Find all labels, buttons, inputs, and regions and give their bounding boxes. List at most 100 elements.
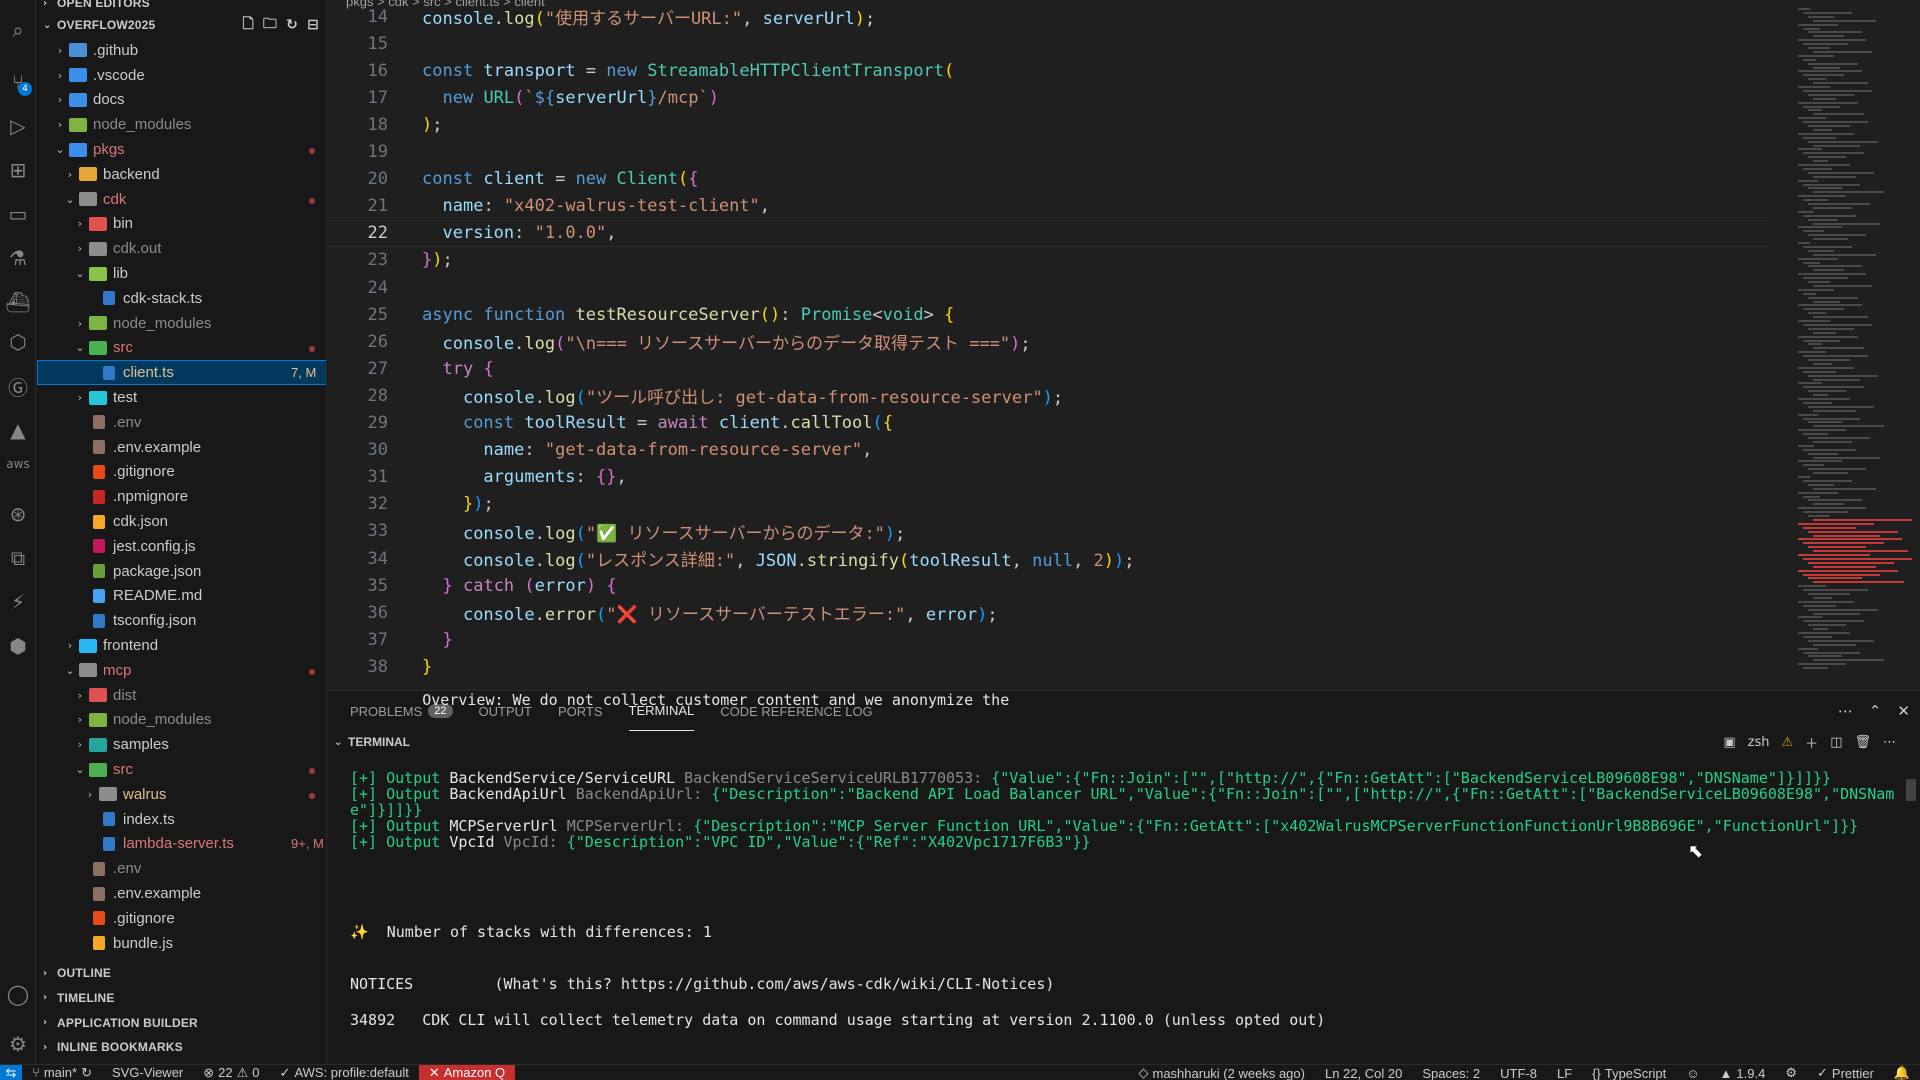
code-line[interactable]: 31 arguments: {}, — [328, 464, 1768, 491]
code-line[interactable]: 38} — [328, 653, 1768, 680]
tree-item[interactable]: .npmignore — [37, 484, 326, 509]
open-editors-header[interactable]: › OPEN EDITORS — [37, 0, 326, 14]
code-line[interactable]: 37 } — [328, 626, 1768, 653]
code-line[interactable]: 33 console.log("✅ リソースサーバーからのデータ:"); — [328, 518, 1768, 545]
minimap[interactable] — [1788, 0, 1920, 690]
problems-indicator[interactable]: ⊗ 22 ⚠ 0 — [193, 1065, 269, 1080]
tree-item[interactable]: ⌄ src — [37, 336, 326, 361]
tree-item[interactable]: client.ts 7, M — [37, 360, 326, 386]
code-line[interactable]: 18); — [328, 111, 1768, 138]
settings-sync-icon[interactable]: ⚙ — [1775, 1065, 1807, 1080]
extensions-icon[interactable]: ⊞ — [0, 150, 36, 190]
code-line[interactable]: 15 — [328, 30, 1768, 57]
close-panel-icon[interactable]: ✕ — [1897, 702, 1910, 720]
code-line[interactable]: 16 const transport = new StreamableHTTPCl… — [328, 57, 1768, 84]
code-line[interactable]: 17 new URL(`${serverUrl}/mcp`) — [328, 84, 1768, 111]
notifications-icon[interactable]: 🔔 — [1884, 1065, 1920, 1080]
workspace-header[interactable]: ⌄ OVERFLOW2025 🗋 🗀 ↻ ⊟ — [37, 13, 326, 37]
tree-item[interactable]: cdk.json — [37, 509, 326, 534]
shell-label[interactable]: zsh — [1748, 735, 1770, 750]
git-branch[interactable]: ⑂ main* ↻ — [22, 1065, 102, 1080]
tree-item[interactable]: jest.config.js — [37, 534, 326, 559]
tree-item[interactable]: .env.example — [37, 881, 326, 906]
amazon-q[interactable]: ✕ Amazon Q — [418, 1064, 516, 1080]
more-actions-icon[interactable]: ⋯ — [1838, 702, 1853, 720]
remote-explorer-icon[interactable]: ▭ — [0, 194, 36, 234]
cursor-position[interactable]: Ln 22, Col 20 — [1315, 1065, 1412, 1080]
code-line[interactable]: 24 — [328, 274, 1768, 301]
encoding[interactable]: UTF-8 — [1490, 1065, 1547, 1080]
tree-item[interactable]: ⌄ src — [37, 757, 326, 782]
copilot-icon[interactable]: ☺ — [1676, 1065, 1709, 1080]
package-icon[interactable]: ⬢ — [0, 626, 36, 666]
tree-item[interactable]: .gitignore — [37, 906, 326, 931]
github-icon[interactable]: ⬡ — [0, 322, 36, 362]
code-line[interactable]: 34 console.log("レスポンス詳細:", JSON.stringif… — [328, 545, 1768, 572]
terminal-header[interactable]: ⌄ TERMINAL ▣ zsh ⚠ ＋ ◫ 🗑 ⋯ — [328, 731, 1920, 753]
svg-viewer-item[interactable]: SVG-Viewer — [102, 1065, 193, 1080]
code-line[interactable]: 21 name: "x402-walrus-test-client", — [328, 193, 1768, 220]
collapse-all-icon[interactable]: ⊟ — [307, 17, 319, 33]
tree-item[interactable]: ⌄ mcp — [37, 658, 326, 683]
code-line[interactable]: 36 console.error("❌ リソースサーバーテストエラー:", er… — [328, 599, 1768, 626]
tree-item[interactable]: cdk-stack.ts — [37, 286, 326, 311]
tree-item[interactable]: › docs — [37, 88, 326, 113]
tree-item[interactable]: index.ts — [37, 807, 326, 832]
tree-item[interactable]: › walrus — [37, 782, 326, 807]
new-file-icon[interactable]: 🗋 — [242, 13, 253, 37]
tree-item[interactable]: › test — [37, 385, 326, 410]
warning-icon[interactable]: ⚠ — [1782, 735, 1794, 750]
tree-item[interactable]: lambda-server.ts 9+, M — [37, 832, 326, 857]
code-line[interactable]: 28 console.log("ツール呼び出し: get-data-from-r… — [328, 382, 1768, 409]
indentation[interactable]: Spaces: 2 — [1412, 1065, 1490, 1080]
code-line[interactable]: 30 name: "get-data-from-resource-server"… — [328, 437, 1768, 464]
git-blame[interactable]: ◇ mashharuki (2 weeks ago) — [1129, 1065, 1315, 1080]
source-control-icon[interactable]: ⑂ 4 — [0, 62, 36, 102]
section-inline-bookmarks[interactable]: › INLINE BOOKMARKS — [37, 1036, 326, 1058]
more-actions-icon[interactable]: ⋯ — [1883, 735, 1896, 750]
tree-item[interactable]: › node_modules — [37, 112, 326, 137]
maximize-panel-icon[interactable]: ⌃ — [1869, 702, 1882, 720]
code-line[interactable]: 29 const toolResult = await client.callT… — [328, 410, 1768, 437]
refresh-icon[interactable]: ↻ — [286, 17, 298, 33]
editor-area[interactable]: pkgs > cdk > src > client.ts > client 14… — [328, 0, 1920, 690]
docker-icon[interactable]: ⛴ — [0, 282, 36, 322]
tree-item[interactable]: ⌄ lib — [37, 261, 326, 286]
tree-item[interactable]: › .vscode — [37, 63, 326, 88]
ts-version[interactable]: ▲ 1.9.4 — [1710, 1065, 1776, 1080]
code-line[interactable]: 25 async function testResourceServer(): P… — [328, 301, 1768, 328]
tree-item[interactable]: › backend — [37, 162, 326, 187]
prettier[interactable]: ✓ Prettier — [1807, 1065, 1884, 1080]
tree-item[interactable]: tsconfig.json — [37, 608, 326, 633]
language-mode[interactable]: {} TypeScript — [1582, 1065, 1676, 1080]
line-ending[interactable]: LF — [1547, 1065, 1582, 1080]
tree-item[interactable]: › .github — [37, 38, 326, 63]
tree-item[interactable]: ⌄ pkgs — [37, 137, 326, 162]
gitlens-icon[interactable]: Ⓖ — [0, 366, 36, 406]
new-folder-icon[interactable]: 🗀 — [263, 13, 277, 37]
tree-item[interactable]: .gitignore — [37, 460, 326, 485]
section-application-builder[interactable]: › APPLICATION BUILDER — [37, 1012, 326, 1034]
tree-item[interactable]: › node_modules — [37, 708, 326, 733]
code-line[interactable]: 26 console.log("\n=== リソースサーバーからのデータ取得テス… — [328, 328, 1768, 355]
remote-indicator[interactable]: ⇆ — [0, 1064, 22, 1080]
tree-item[interactable]: .env.example — [37, 435, 326, 460]
code-line[interactable]: 20 const client = new Client({ — [328, 166, 1768, 193]
code-line[interactable]: 14 console.log("使用するサーバーURL:", serverUrl)… — [328, 3, 1768, 30]
openai-icon[interactable]: ⊛ — [0, 494, 36, 534]
section-timeline[interactable]: › TIMELINE — [37, 987, 326, 1009]
terminal-scrollbar[interactable] — [1906, 779, 1916, 801]
code-line[interactable]: 23}); — [328, 247, 1768, 274]
tree-item[interactable]: › bin — [37, 212, 326, 237]
code-line[interactable]: 27 try { — [328, 355, 1768, 382]
new-terminal-icon[interactable]: ＋ — [1805, 733, 1818, 752]
trash-icon[interactable]: 🗑 — [1854, 735, 1871, 750]
search-icon[interactable]: ⌕ — [0, 10, 36, 50]
tree-item[interactable]: › samples — [37, 732, 326, 757]
settings-icon[interactable]: ⚙ — [0, 1024, 36, 1064]
accounts-icon[interactable]: ◯ — [0, 974, 36, 1014]
tree-item[interactable]: › dist — [37, 683, 326, 708]
tree-item[interactable]: › cdk.out — [37, 236, 326, 261]
tree-item[interactable]: › node_modules — [37, 311, 326, 336]
split-terminal-icon[interactable]: ◫ — [1830, 735, 1842, 750]
